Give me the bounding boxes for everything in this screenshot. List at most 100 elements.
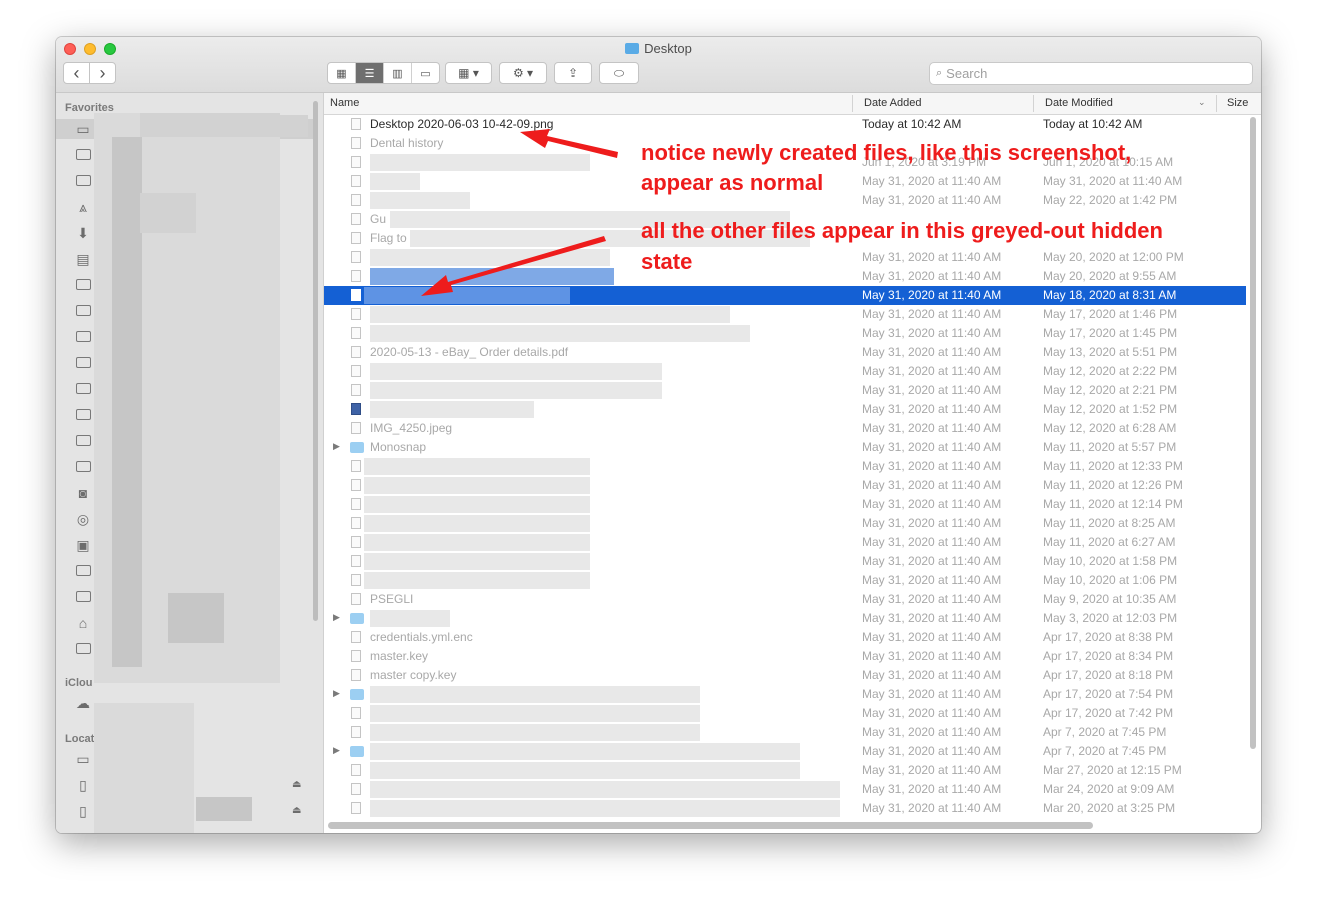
file-icon [351,517,361,529]
file-row[interactable]: ▶ Monosnap May 31, 2020 at 11:40 AM May 11,… [324,438,1246,457]
file-row[interactable]: ▶ May 31, 2020 at 11:40 AM Apr 17, 2020 at… [324,685,1246,704]
file-row[interactable]: IMG_4250.jpeg May 31, 2020 at 11:40 AM May… [324,419,1246,438]
file-row[interactable]: May 31, 2020 at 11:40 AM May 20, 2020 at … [324,248,1246,267]
redacted-region [196,797,252,821]
file-date-modified: May 12, 2020 at 2:21 PM [1043,383,1178,397]
file-date-added: May 31, 2020 at 11:40 AM [862,288,1002,302]
file-row[interactable]: May 31, 2020 at 11:40 AM May 12, 2020 at … [324,362,1246,381]
annotation-note-1-line-2: appear as normal [641,170,824,195]
name-column-header[interactable]: Name [330,97,359,109]
file-icon [351,213,361,225]
annotation-note-1-line-1: notice newly created files, like this sc… [641,140,1132,165]
file-row[interactable]: 4080465 Paid $5May 31, 2020 at 11:40 AMM… [324,533,1246,552]
disclosure-triangle-icon[interactable]: ▶ [333,688,340,699]
disclosure-triangle-icon[interactable]: ▶ [333,612,340,623]
file-name: Monosnap [370,440,427,454]
action-button[interactable]: ⚙ ▾ [499,62,547,84]
file-row[interactable]: May 31, 2020 at 11:40 AM May 11, 2020 at … [324,457,1246,476]
folder-icon [350,442,364,453]
sidebar-scrollbar[interactable] [313,101,318,621]
file-row[interactable]: 2020-05-13 - eBay_ Order details.pdf May … [324,343,1246,362]
sidebar-icloud-heading: iClou [65,677,93,689]
file-row[interactable]: PSEGLI May 31, 2020 at 11:40 AM May 9, 202… [324,590,1246,609]
file-date-added: May 31, 2020 at 11:40 AM [862,174,1002,188]
redacted-region [370,249,610,266]
file-icon [351,251,361,263]
computer-icon: ▭ [76,751,90,767]
file-row[interactable]: master.key May 31, 2020 at 11:40 AM Apr 17… [324,647,1246,666]
file-row[interactable]: ▶ May 31, 2020 at 11:40 AM Apr 7, 2020 at … [324,742,1246,761]
file-date-added: May 31, 2020 at 11:40 AM [862,478,1002,492]
redacted-region [370,363,662,380]
file-date-modified: May 20, 2020 at 9:55 AM [1043,269,1177,283]
redacted-region [112,137,142,667]
disclosure-triangle-icon[interactable]: ▶ [333,441,340,452]
column-divider[interactable] [852,95,853,112]
size-column-header[interactable]: Size [1227,97,1248,109]
column-divider[interactable] [1216,95,1217,112]
file-row[interactable]: ▶ May 31, 2020 at 11:40 AM May 3, 2020 at … [324,609,1246,628]
tag-button[interactable]: ⬭ [599,62,639,84]
redacted-region [370,154,590,171]
file-date-modified: May 11, 2020 at 12:26 PM [1043,478,1183,492]
file-row[interactable]: May 31, 2020 at 11:40 AM Apr 17, 2020 at … [324,704,1246,723]
file-date-added: May 31, 2020 at 11:40 AM [862,364,1002,378]
file-date-added: May 31, 2020 at 11:40 AM [862,193,1002,207]
list-view-button[interactable]: ☰ [356,63,384,83]
redacted-region [370,268,614,285]
column-view-button[interactable]: ▥ [384,63,412,83]
file-row[interactable]: May 31, 2020 at 11:40 AM Mar 27, 2020 at … [324,761,1246,780]
file-name: IMG_4250.jpeg [370,421,453,435]
search-field[interactable]: ⌕ Search [929,62,1253,85]
file-icon [351,707,361,719]
eject-icon[interactable]: ⏏ [292,805,301,816]
redacted-region [168,593,224,643]
file-row[interactable]: May 31, 2020 at 11:40 AM May 17, 2020 at … [324,305,1246,324]
file-row[interactable]: May 31, 2020 at 11:40 AM May 10, 2020 at … [324,552,1246,571]
gallery-view-button[interactable]: ▭ [412,63,439,83]
redacted-region [370,686,700,703]
file-date-modified: Apr 17, 2020 at 7:42 PM [1043,706,1174,720]
file-date-modified: Mar 24, 2020 at 9:09 AM [1043,782,1175,796]
file-name: PSEGLI [370,592,414,606]
file-row[interactable]: Desktop 2020-06-03 10-42-09.png Today at … [324,115,1246,134]
file-row[interactable]: May 31, 2020 at 11:40 AM May 12, 2020 at … [324,400,1246,419]
folder-icon [625,43,640,54]
file-row[interactable]: May 31, 2020 at 11:40 AM May 18, 2020 at … [324,286,1246,305]
cloud-icon: ☁ [76,695,90,711]
file-date-modified: May 31, 2020 at 11:40 AM [1043,174,1183,188]
column-divider[interactable] [1033,95,1034,112]
vertical-scrollbar[interactable] [1250,117,1256,749]
icon-view-button[interactable]: ▦ [328,63,356,83]
file-row[interactable]: May 31, 2020 at 11:40 AM Mar 24, 2020 at … [324,780,1246,799]
file-row[interactable]: May 31, 2020 at 11:40 AM Mar 20, 2020 at … [324,799,1246,818]
file-icon [351,289,361,301]
file-date-modified: May 9, 2020 at 10:35 AM [1043,592,1177,606]
file-row[interactable]: May 31, 2020 at 11:40 AM May 10, 2020 at … [324,571,1246,590]
date-added-column-header[interactable]: Date Added [864,97,922,109]
forward-button[interactable]: › [89,62,116,84]
file-row[interactable]: May 31, 2020 at 11:40 AM May 20, 2020 at … [324,267,1246,286]
file-date-added: May 31, 2020 at 11:40 AM [862,630,1002,644]
file-row[interactable]: master copy.key May 31, 2020 at 11:40 AM A… [324,666,1246,685]
folder-icon [76,357,91,368]
folder-icon [76,591,91,602]
file-row[interactable]: May 31, 2020 at 11:40 AM May 12, 2020 at … [324,381,1246,400]
share-button[interactable]: ⇪ [554,62,592,84]
file-row[interactable]: May 31, 2020 at 11:40 AM May 11, 2020 at … [324,514,1246,533]
file-row[interactable]: May 31, 2020 at 11:40 AM May 17, 2020 at … [324,324,1246,343]
file-row[interactable]: May 31, 2020 at 11:40 AM May 11, 2020 at … [324,495,1246,514]
file-row[interactable]: May 31, 2020 at 11:40 AM May 11, 2020 at … [324,476,1246,495]
redacted-region [370,743,800,760]
redacted-region [364,534,590,551]
back-button[interactable]: ‹ [63,62,90,84]
redacted-region [370,382,662,399]
file-icon [351,308,361,320]
group-by-button[interactable]: ▦ ▾ [445,62,492,84]
disclosure-triangle-icon[interactable]: ▶ [333,745,340,756]
file-row[interactable]: credentials.yml.enc May 31, 2020 at 11:40… [324,628,1246,647]
horizontal-scrollbar[interactable] [328,822,1093,829]
eject-icon[interactable]: ⏏ [292,779,301,790]
date-modified-column-header[interactable]: Date Modified [1045,97,1113,109]
file-row[interactable]: May 31, 2020 at 11:40 AM Apr 7, 2020 at 7… [324,723,1246,742]
